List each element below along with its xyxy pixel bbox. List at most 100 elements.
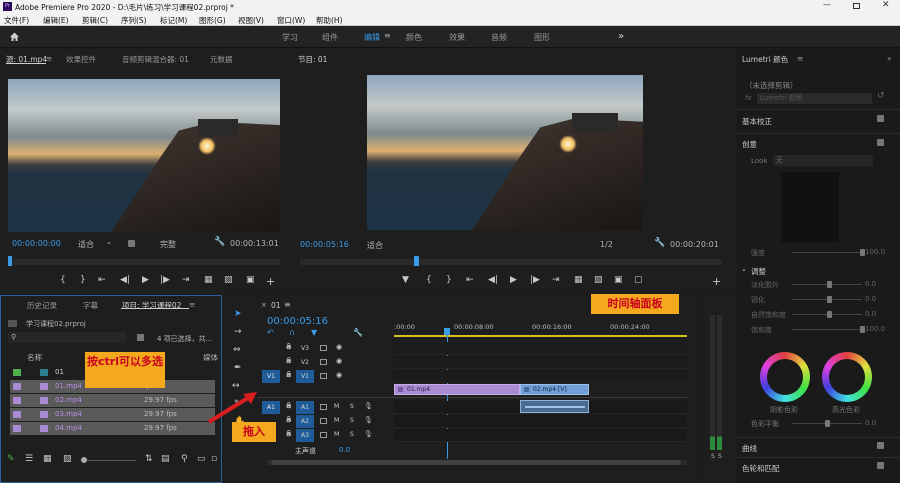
source-patch[interactable]: V1 [262,370,280,383]
track-lane[interactable] [394,370,687,383]
workspace-tab[interactable]: 音频 [491,32,507,43]
audio-track[interactable]: 🔒 A3 M S 🎙 [257,429,394,442]
menu-item[interactable]: 剪辑(C) [82,15,108,26]
add-button-icon[interactable]: + [266,275,275,288]
source-quality-select[interactable]: 完整 [160,239,176,250]
project-tab[interactable]: 项目: 学习课程02 [122,300,181,311]
highlight-tint-wheel[interactable] [822,352,872,402]
tint-balance-slider[interactable] [792,420,862,427]
new-bin-footer-icon[interactable]: ▭ [197,454,206,464]
program-timecode-in[interactable]: 00:00:05:16 [300,240,349,249]
sync-lock-icon[interactable] [320,404,327,410]
close-icon[interactable]: ✕ [882,0,890,10]
source-tab[interactable]: 元数据 [210,54,233,65]
razor-tool-icon[interactable]: ✒ [234,363,242,373]
section-creative-checkbox[interactable] [877,139,884,146]
intensity-value[interactable]: 100.0 [865,248,885,256]
step-forward-icon[interactable]: |▶ [160,275,170,285]
track-target[interactable]: V3 [296,342,314,355]
lumetri-slider-value[interactable]: 0.0 [865,295,876,303]
sort-icon[interactable]: ⇅ [145,454,153,464]
ruler-playhead[interactable] [444,328,450,335]
list-item[interactable]: 03.mp4 29.97 fps [10,408,215,421]
eye-icon[interactable]: ◉ [336,343,342,351]
program-fit-select[interactable]: 适合 [367,240,383,251]
eye-icon[interactable]: ◉ [336,357,342,365]
overwrite-icon[interactable]: ▧ [224,275,233,285]
sequence-tab-menu-icon[interactable]: ≡ [284,300,291,309]
wrench-icon[interactable]: 🔧 [654,238,665,248]
master-value[interactable]: 0.0 [339,446,350,454]
expand-icon[interactable]: » [887,54,892,63]
track-lane[interactable] [394,356,687,369]
video-track[interactable]: V1 🔒 V1 ◉ [257,370,394,383]
clip-02-audio[interactable] [520,400,589,413]
camera-icon[interactable]: ▣ [614,275,623,285]
workspace-tab[interactable]: 编辑 [364,32,380,43]
go-to-in-icon[interactable]: ⇤ [466,275,474,285]
label-color-swatch[interactable] [13,397,21,404]
sync-lock-icon[interactable] [320,432,327,438]
source-tab[interactable]: 效果控件 [66,54,96,65]
close-tab-icon[interactable]: × [261,301,267,309]
menu-item[interactable]: 标记(M) [160,15,187,26]
video-track[interactable]: 🔒 V2 ◉ [257,356,394,369]
track-select-icon[interactable]: → [234,327,242,337]
project-tab[interactable]: 字幕 [83,300,98,311]
timeline-scrollbar[interactable] [267,460,687,465]
col-media[interactable]: 媒体 [203,352,218,363]
section-hsl[interactable]: 色轮和匹配 [737,457,900,477]
lumetri-slider-value[interactable]: 100.0 [865,325,885,333]
solo-left[interactable]: S [711,453,715,460]
workspace-tab[interactable]: 效果 [449,32,465,43]
label-color-swatch[interactable] [13,369,21,376]
pencil-icon[interactable]: ✎ [7,454,15,464]
sync-lock-icon[interactable] [320,359,327,365]
selection-tool-icon[interactable]: ➤ [234,309,242,319]
col-name[interactable]: 名称 [27,352,42,363]
menu-item[interactable]: 图形(G) [199,15,226,26]
menu-item[interactable]: 帮助(H) [316,15,343,26]
workspace-tab[interactable]: 组件 [322,32,338,43]
mute-button[interactable]: M [334,403,339,410]
source-fit-select[interactable]: 适合 [78,239,94,250]
lock-icon[interactable]: 🔒 [285,371,292,378]
list-view-icon[interactable]: ☰ [25,454,33,464]
mark-in-icon[interactable]: { [60,275,66,285]
add-marker-icon[interactable]: ▼ [402,275,409,285]
new-bin-icon[interactable] [137,334,144,341]
mute-button[interactable]: M [334,417,339,424]
track-lane[interactable] [394,342,687,355]
lumetri-slider-value[interactable]: 0.0 [865,280,876,288]
lock-icon[interactable]: 🔒 [285,343,292,350]
clip-01-video[interactable]: 01.mp4 [394,384,520,395]
mic-icon[interactable]: 🎙 [364,416,373,424]
intensity-slider[interactable] [792,249,865,256]
clip-02-video[interactable]: 02.mp4 [V] [520,384,589,395]
timeline-timecode[interactable]: 00:00:05:16 [267,316,328,327]
track-target[interactable]: A2 [296,415,314,428]
audio-track[interactable]: 🔒 A2 M S 🎙 [257,415,394,428]
track-target[interactable]: A3 [296,429,314,442]
solo-button[interactable]: S [350,417,354,424]
step-forward-icon[interactable]: |▶ [530,275,540,285]
workspace-more-icon[interactable]: » [618,31,624,42]
workspace-tab[interactable]: 学习 [282,32,298,43]
source-tab[interactable]: 源: 01.mp4 [6,54,47,65]
source-tab-menu-icon[interactable]: ≡ [46,54,52,63]
search-input[interactable]: ⚲ [8,332,126,343]
program-quality-select[interactable]: 1/2 [600,240,613,249]
menu-item[interactable]: 编辑(E) [43,15,69,26]
track-lane[interactable] [394,429,687,442]
ripple-edit-icon[interactable]: ⇔ [233,345,241,355]
sequence-tab[interactable]: 01 [271,301,281,310]
project-tab[interactable]: 历史记录 [27,300,57,311]
menu-item[interactable]: 视图(V) [238,15,264,26]
look-select[interactable]: 无 [773,155,873,166]
solo-button[interactable]: S [350,431,354,438]
lumetri-slider[interactable] [792,296,862,303]
snap-icon[interactable]: ↶ [267,328,274,337]
workspace-tab[interactable]: 颜色 [406,32,422,43]
source-playhead[interactable] [8,256,12,266]
lumetri-slider-value[interactable]: 0.0 [865,310,876,318]
